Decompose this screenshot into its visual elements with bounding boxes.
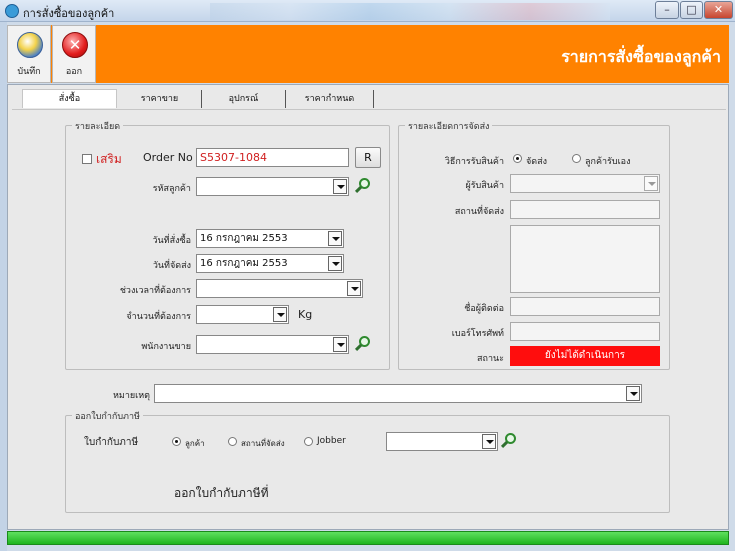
customer-code-label: รหัสลูกค้า (152, 184, 191, 194)
minimize-button[interactable]: – (655, 1, 679, 19)
extra-label: เสริม (96, 152, 122, 166)
radio-invoice-jobber-label: Jobber (317, 436, 346, 446)
chevron-down-icon[interactable] (482, 434, 496, 449)
contact-name-label: ชื่อผู้ติดต่อ (464, 304, 504, 314)
radio-self-pickup[interactable] (572, 154, 581, 163)
tab-equipment[interactable]: อุปกรณ์ (202, 90, 286, 108)
receive-method-label: วิธีการรับสินค้า (444, 157, 504, 167)
salesman-select[interactable] (196, 335, 349, 354)
radio-invoice-jobber[interactable] (304, 437, 313, 446)
chevron-down-icon[interactable] (328, 231, 342, 246)
close-window-button[interactable]: ✕ (704, 1, 733, 19)
remarks-label: หมายเหตุ (112, 391, 150, 401)
phone-field[interactable] (510, 322, 660, 341)
receiver-select[interactable] (510, 174, 660, 193)
ship-date-label: วันที่จัดส่ง (152, 261, 191, 271)
issue-invoice-label: ออกใบกำกับภาษีที่ (174, 486, 269, 500)
radio-invoice-ship-place[interactable] (228, 437, 237, 446)
radio-deliver[interactable] (513, 154, 522, 163)
quantity-select[interactable] (196, 305, 289, 324)
toolbar: บันทึก ✕ ออก รายการสั่งซื้อของลูกค้า (7, 25, 729, 83)
quantity-unit: Kg (298, 308, 313, 321)
search-salesman-icon[interactable] (354, 335, 372, 353)
close-circle-icon: ✕ (62, 32, 88, 58)
contact-name-field[interactable] (510, 297, 660, 316)
ship-date-picker[interactable]: 16 กรกฎาคม 2553 (196, 254, 344, 273)
exit-button[interactable]: ✕ ออก (52, 25, 96, 83)
order-date-picker[interactable]: 16 กรกฎาคม 2553 (196, 229, 344, 248)
chevron-down-icon[interactable] (626, 386, 640, 401)
maximize-button[interactable]: □ (680, 1, 703, 19)
save-label: บันทึก (17, 67, 41, 77)
quantity-label: จำนวนที่ต้องการ (126, 312, 191, 322)
app-icon (5, 4, 19, 18)
time-needed-select[interactable] (196, 279, 363, 298)
radio-invoice-customer[interactable] (172, 437, 181, 446)
status-bar (7, 531, 729, 545)
order-date-value: 16 กรกฎาคม 2553 (200, 233, 288, 244)
ship-place-field[interactable] (510, 200, 660, 219)
details-group-title: รายละเอียด (72, 119, 124, 133)
window-left-border (0, 22, 7, 551)
chevron-down-icon[interactable] (644, 176, 658, 191)
main-panel: สั่งซื้อ ราคาขาย อุปกรณ์ ราคากำหนด รายละ… (7, 84, 729, 530)
search-customer-icon[interactable] (354, 177, 372, 195)
order-date-label: วันที่สั่งซื้อ (152, 236, 191, 246)
radio-invoice-ship-place-label: สถานที่จัดส่ง (241, 439, 285, 448)
salesman-label: พนักงานขาย (141, 342, 191, 352)
receiver-label: ผู้รับสินค้า (465, 181, 504, 191)
order-no-field[interactable]: S5307-1084 (196, 148, 349, 167)
order-no-label: Order No (143, 151, 193, 164)
extra-checkbox[interactable] (82, 154, 92, 164)
chevron-down-icon[interactable] (333, 179, 347, 194)
ship-address-textarea[interactable] (510, 225, 660, 293)
phone-label: เบอร์โทรศัพท์ (451, 329, 504, 339)
ship-place-label: สถานที่จัดส่ง (454, 207, 504, 217)
jobber-select[interactable] (386, 432, 498, 451)
radio-invoice-customer-label: ลูกค้า (185, 439, 205, 448)
details-group: รายละเอียด เสริม Order No S5307-1084 R ร… (65, 119, 390, 370)
tab-order[interactable]: สั่งซื้อ (22, 89, 117, 108)
search-jobber-icon[interactable] (500, 432, 518, 450)
tax-invoice-label: ใบกำกับภาษี (84, 437, 139, 448)
window-titlebar: การสั่งซื้อของลูกค้า – □ ✕ (0, 0, 735, 22)
customer-code-select[interactable] (196, 177, 349, 196)
time-needed-label: ช่วงเวลาที่ต้องการ (119, 286, 191, 296)
chevron-down-icon[interactable] (328, 256, 342, 271)
page-title: รายการสั่งซื้อของลูกค้า (561, 47, 721, 66)
status-badge: ยังไม่ได้ดำเนินการ (510, 346, 660, 366)
background-window-thumbnails (210, 3, 610, 20)
refresh-order-button[interactable]: R (355, 147, 381, 168)
status-label: สถานะ (477, 354, 504, 364)
chevron-down-icon[interactable] (333, 337, 347, 352)
save-disc-icon (17, 32, 43, 58)
chevron-down-icon[interactable] (347, 281, 361, 296)
exit-label: ออก (65, 67, 83, 77)
ship-date-value: 16 กรกฎาคม 2553 (200, 258, 288, 269)
tab-fixed-price[interactable]: ราคากำหนด (286, 90, 374, 108)
invoice-group: ออกใบกำกับภาษี ใบกำกับภาษี ลูกค้า สถานที… (65, 409, 670, 513)
tab-sale-price[interactable]: ราคาขาย (118, 90, 202, 108)
radio-deliver-label: จัดส่ง (526, 157, 548, 167)
shipping-group-title: รายละเอียดการจัดส่ง (405, 119, 493, 133)
radio-self-pickup-label: ลูกค้ารับเอง (585, 157, 631, 167)
save-button[interactable]: บันทึก (7, 25, 51, 83)
tab-divider (12, 109, 726, 110)
window-title: การสั่งซื้อของลูกค้า (23, 7, 115, 20)
chevron-down-icon[interactable] (273, 307, 287, 322)
remarks-select[interactable] (154, 384, 642, 403)
invoice-group-title: ออกใบกำกับภาษี (72, 409, 143, 423)
shipping-group: รายละเอียดการจัดส่ง วิธีการรับสินค้า จัด… (398, 119, 670, 370)
